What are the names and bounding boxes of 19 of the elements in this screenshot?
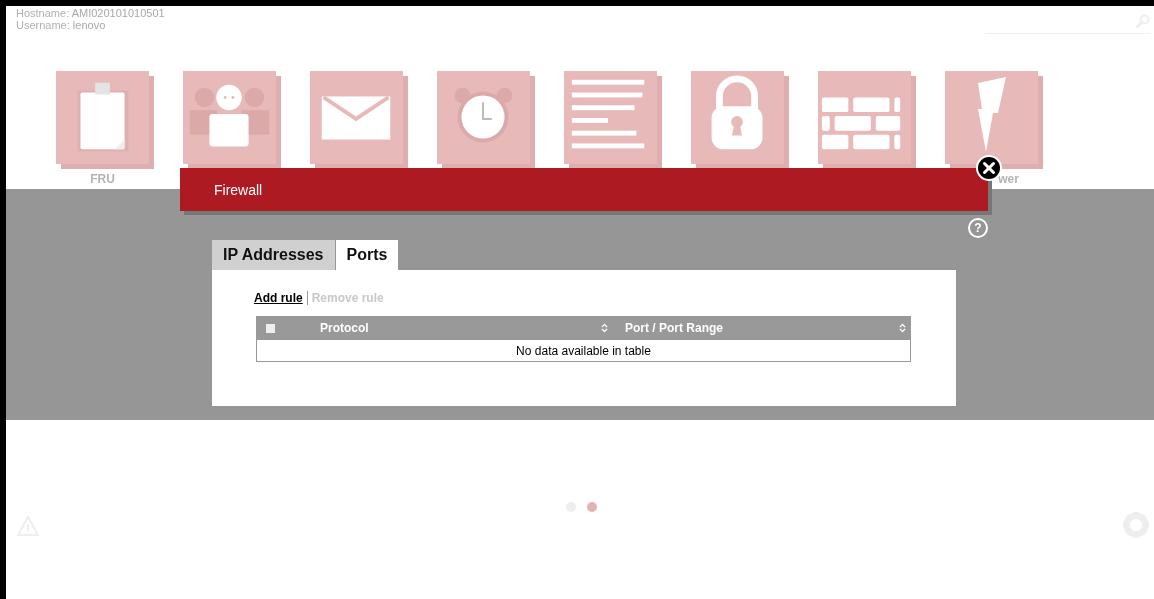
tile-label: FRU [90, 172, 115, 186]
tab[interactable]: Ports [335, 240, 399, 270]
username-label: Username: [16, 19, 70, 31]
hostname: AMI020101010501 [71, 7, 165, 19]
username: lenovo [72, 19, 106, 31]
action-link[interactable]: Add rule [254, 291, 303, 305]
select-all-checkbox[interactable] [266, 323, 275, 333]
sort-icon[interactable] [899, 323, 906, 333]
tile-label: wer [997, 172, 1019, 186]
hostname-label: Hostname: [16, 7, 70, 19]
help-button[interactable]: ? [968, 218, 988, 238]
column-header[interactable]: Protocol [320, 321, 369, 335]
sort-icon[interactable] [601, 323, 608, 333]
lightning-icon [977, 77, 1006, 152]
dialog-title: Firewall [214, 181, 263, 198]
empty-table-message: No data available in table [516, 343, 651, 358]
column-header[interactable]: Port / Port Range [625, 321, 723, 335]
pager-dot[interactable] [586, 502, 597, 512]
tab[interactable]: IP Addresses [212, 240, 335, 270]
